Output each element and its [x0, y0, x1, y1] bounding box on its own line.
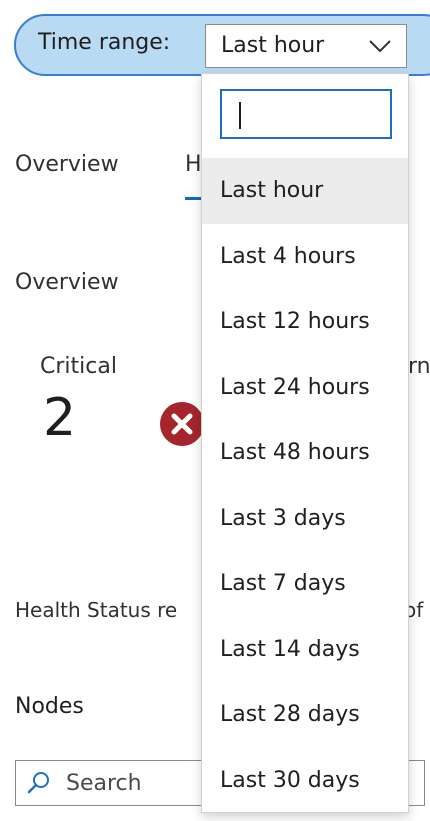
time-range-label: Time range: — [38, 30, 171, 55]
time-range-page: Time range: Last hour Overview H Overvie… — [0, 0, 430, 821]
time-range-dropdown: Last hour Last 4 hours Last 12 hours Las… — [201, 73, 409, 813]
dropdown-option-last-7-days[interactable]: Last 7 days — [202, 551, 408, 617]
tab-health[interactable]: H — [185, 152, 202, 177]
dropdown-option-last-3-days[interactable]: Last 3 days — [202, 486, 408, 552]
dropdown-option-last-24-hours[interactable]: Last 24 hours — [202, 355, 408, 421]
time-range-selected-value: Last hour — [221, 33, 325, 58]
dropdown-option-last-hour[interactable]: Last hour — [202, 158, 408, 224]
dropdown-option-last-48-hours[interactable]: Last 48 hours — [202, 420, 408, 486]
search-placeholder: Search — [66, 771, 142, 796]
error-circle-icon — [160, 402, 204, 446]
dropdown-option-last-28-days[interactable]: Last 28 days — [202, 682, 408, 748]
warning-label-partial: rn — [408, 354, 430, 379]
dropdown-option-last-30-days[interactable]: Last 30 days — [202, 748, 408, 814]
dropdown-option-last-12-hours[interactable]: Last 12 hours — [202, 289, 408, 355]
critical-count: 2 — [43, 388, 77, 448]
time-range-options-list: Last hour Last 4 hours Last 12 hours Las… — [202, 158, 408, 813]
health-status-text: Health Status re — [15, 598, 178, 622]
search-icon — [27, 772, 49, 794]
critical-label: Critical — [40, 354, 117, 379]
dropdown-option-last-4-hours[interactable]: Last 4 hours — [202, 224, 408, 290]
nodes-title: Nodes — [15, 694, 84, 719]
text-cursor — [239, 102, 241, 129]
tab-overview[interactable]: Overview — [15, 152, 119, 177]
dropdown-option-last-14-days[interactable]: Last 14 days — [202, 617, 408, 683]
chevron-down-icon — [369, 40, 391, 53]
time-range-select[interactable]: Last hour — [205, 24, 407, 68]
overview-section-title: Overview — [15, 270, 119, 295]
dropdown-search-input[interactable] — [220, 89, 392, 139]
